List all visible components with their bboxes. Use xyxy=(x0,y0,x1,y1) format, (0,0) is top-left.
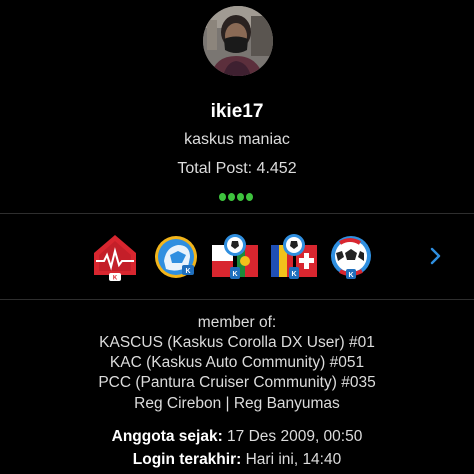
reputation-dot xyxy=(219,193,226,201)
community-item: Reg Cirebon | Reg Banyumas xyxy=(134,395,340,412)
svg-text:K: K xyxy=(185,268,190,275)
divider-bottom xyxy=(0,299,474,300)
community-item: KASCUS (Kaskus Corolla DX User) #01 xyxy=(99,334,375,351)
soccer-ball-badge-icon[interactable]: K xyxy=(326,231,376,281)
joined-value: 17 Des 2009, 00:50 xyxy=(227,428,363,445)
reputation-dot xyxy=(237,193,244,201)
avatar[interactable] xyxy=(203,6,273,76)
last-login-label: Login terakhir: xyxy=(132,451,242,468)
member-of-label: member of: xyxy=(197,314,277,331)
heartbeat-badge-icon[interactable]: K xyxy=(90,231,140,282)
svg-text:K: K xyxy=(113,276,118,282)
divider-top xyxy=(0,213,474,214)
joined-date: Anggota sejak: 17 Des 2009, 00:50 xyxy=(0,428,474,446)
joined-label: Anggota sejak: xyxy=(111,428,223,445)
svg-text:K: K xyxy=(348,272,353,279)
last-login-value: Hari ini, 14:40 xyxy=(245,451,342,468)
soccer-portugal-badge-icon[interactable]: K xyxy=(210,231,260,281)
svg-text:K: K xyxy=(232,271,237,278)
reputation-dot xyxy=(246,193,253,201)
user-rank: kaskus maniac xyxy=(184,131,290,148)
community-item: PCC (Pantura Cruiser Community) #035 xyxy=(98,374,376,391)
total-post: Total Post: 4.452 xyxy=(177,160,297,177)
reputation-dot xyxy=(228,193,235,201)
badge-list: K K K K K xyxy=(90,231,380,283)
username: ikie17 xyxy=(210,101,264,122)
last-login: Login terakhir: Hari ini, 14:40 xyxy=(0,451,474,469)
soccer-swiss-badge-icon[interactable]: K xyxy=(269,231,319,281)
svg-text:K: K xyxy=(291,271,296,278)
kaskus-hand-badge-icon[interactable]: K xyxy=(152,231,202,281)
reputation-indicator xyxy=(219,193,253,203)
chevron-right-icon[interactable] xyxy=(428,245,444,267)
community-item: KAC (Kaskus Auto Community) #051 xyxy=(109,354,365,371)
